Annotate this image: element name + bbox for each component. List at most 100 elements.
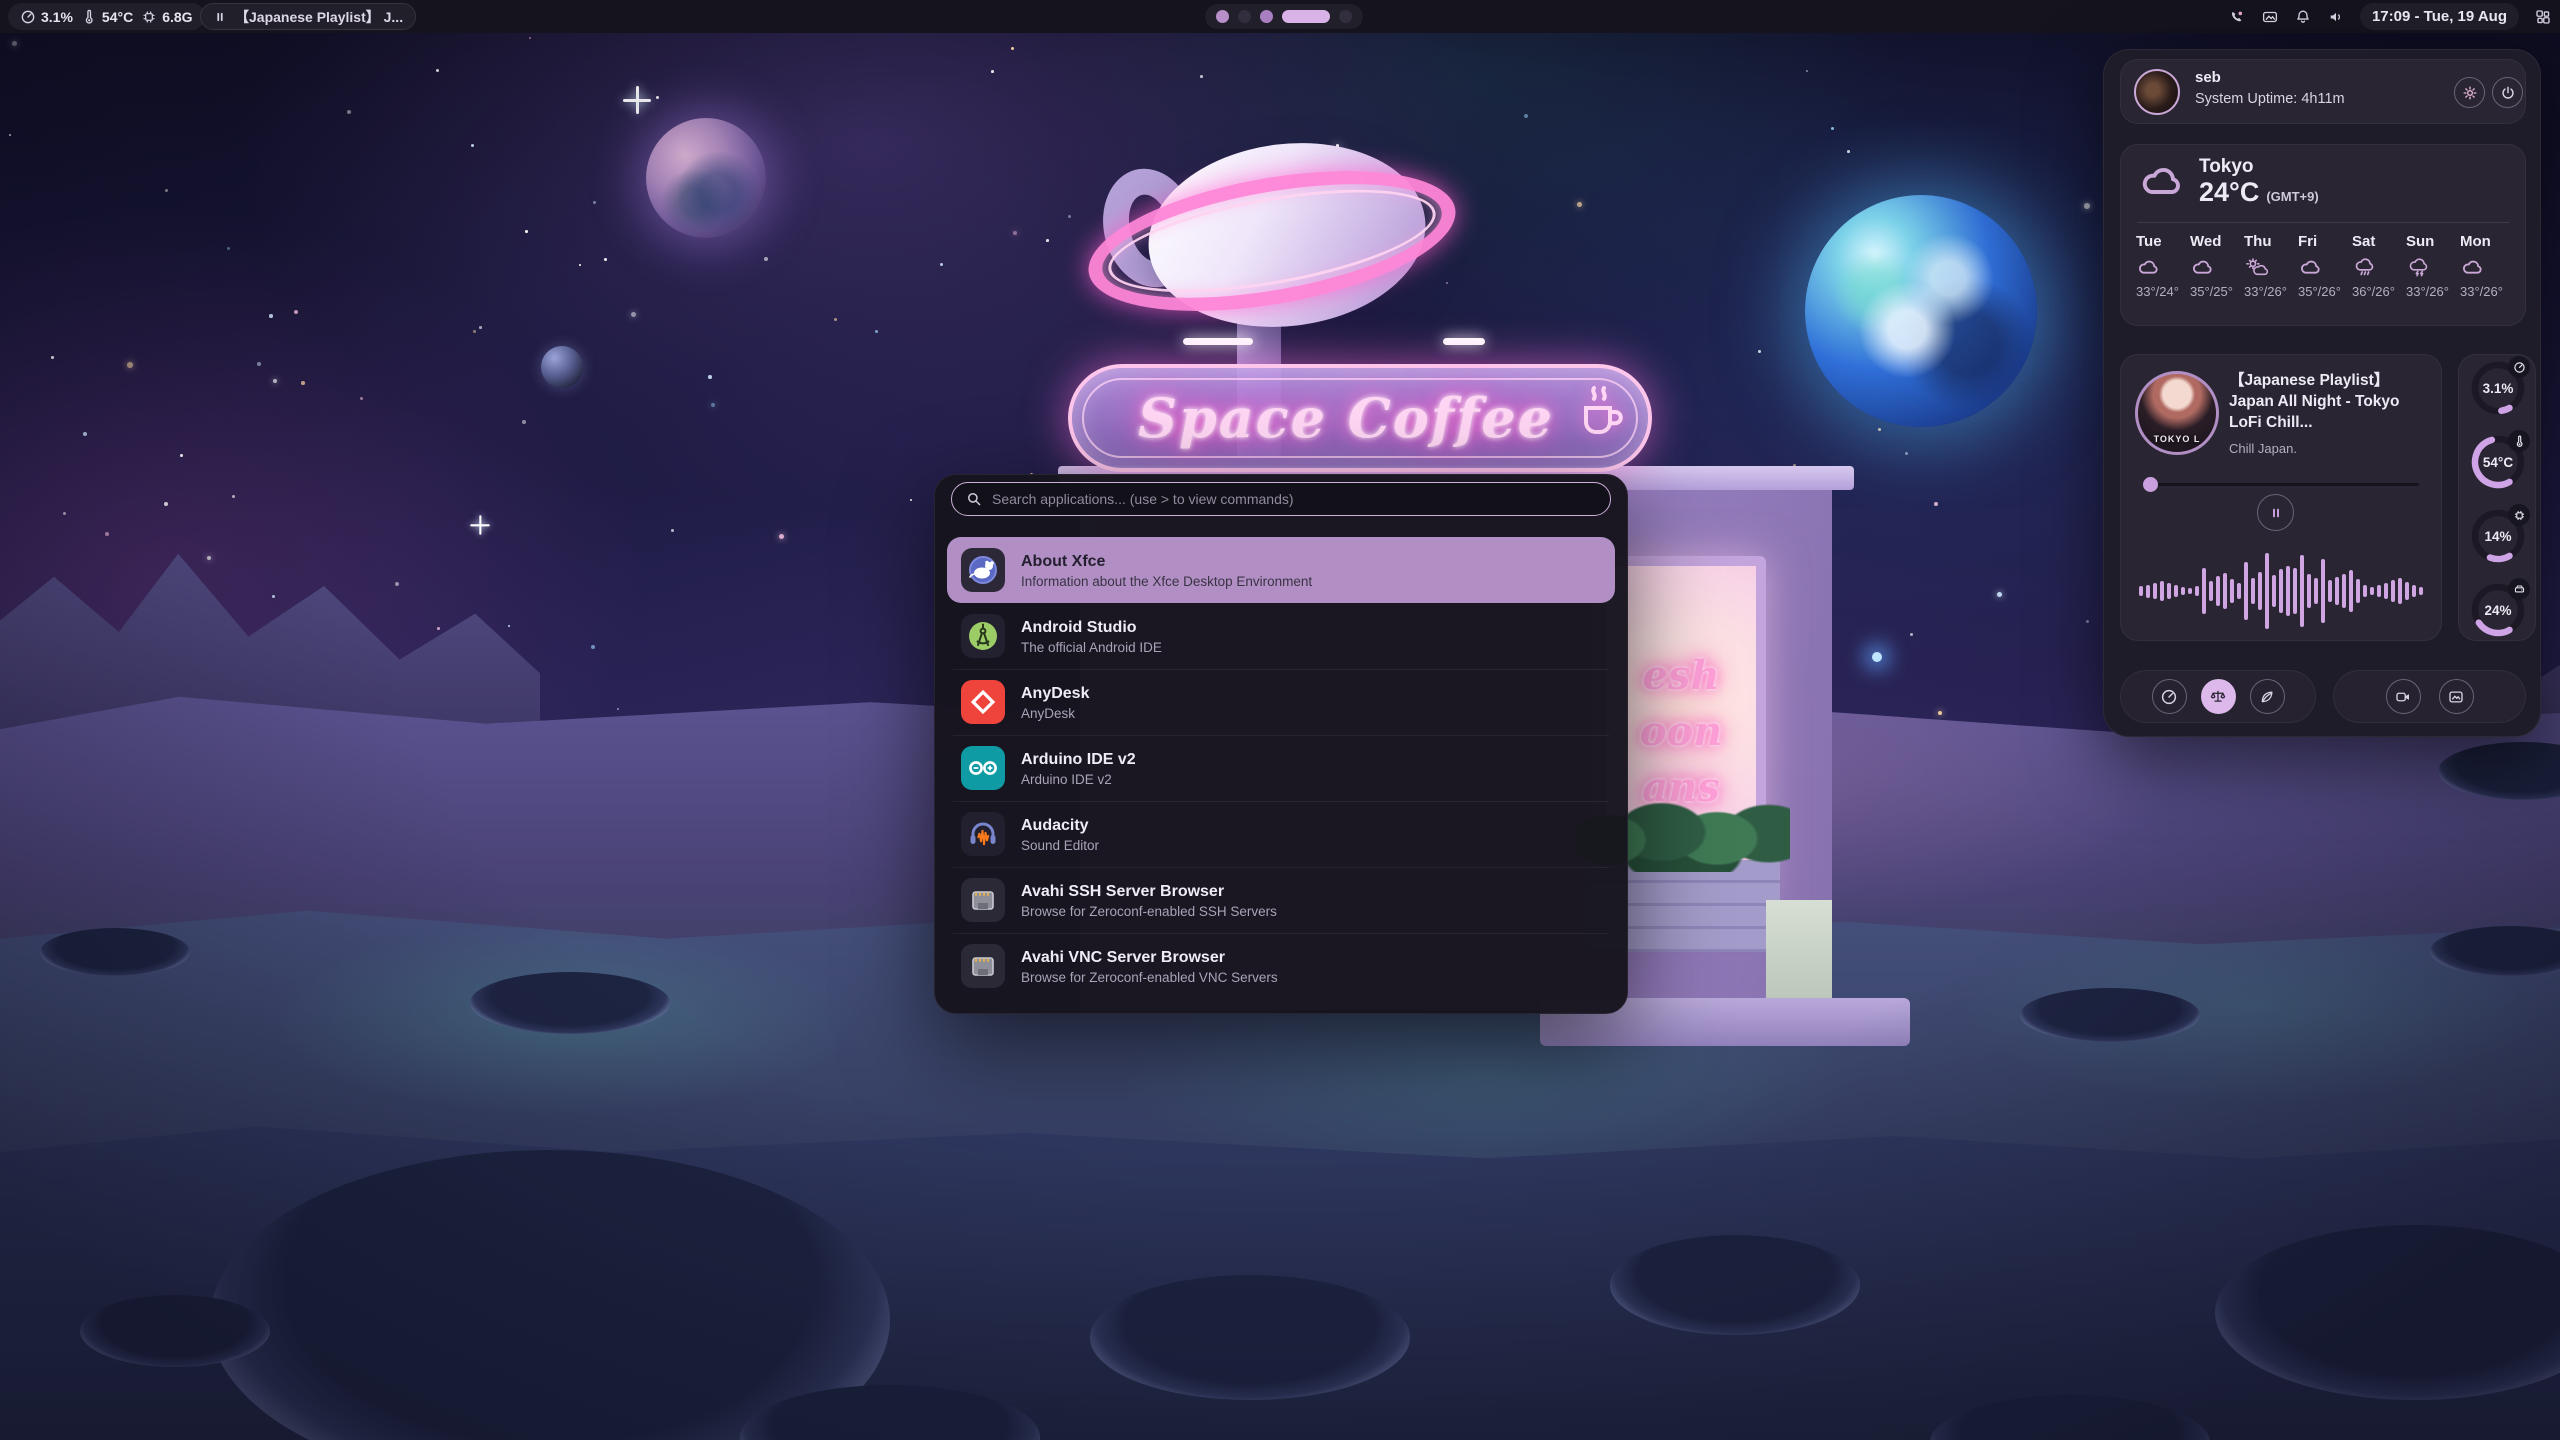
- launcher-item[interactable]: AnyDeskAnyDesk: [947, 669, 1615, 735]
- app-subtitle: Information about the Xfce Desktop Envir…: [1021, 574, 1312, 589]
- volume-icon[interactable]: [2327, 8, 2345, 26]
- forecast-temps: 33°/26°: [2460, 284, 2503, 299]
- waveform-bar: [2153, 583, 2157, 599]
- cloud-weather-icon: [2190, 255, 2216, 279]
- waveform-bar: [2356, 579, 2360, 603]
- waveform-bar: [2202, 568, 2206, 614]
- launcher-item[interactable]: About Xfce Information about the Xfce Des…: [947, 537, 1615, 603]
- waveform-bar: [2321, 559, 2325, 623]
- launcher-item[interactable]: AudacitySound Editor: [947, 801, 1615, 867]
- balanced-mode-button[interactable]: [2201, 679, 2236, 714]
- waveform-bar: [2279, 569, 2283, 613]
- seek-bar[interactable]: [2151, 483, 2419, 486]
- waveform-bar: [2244, 562, 2248, 620]
- forecast-day: Thu33°/26°: [2244, 233, 2294, 299]
- workspace-dot[interactable]: [1339, 10, 1352, 23]
- disk-icon: [2508, 578, 2530, 600]
- window-neon-text: oon: [1640, 712, 1722, 752]
- waveform-bar: [2384, 583, 2388, 599]
- waveform-bar: [2181, 587, 2185, 595]
- small-moon: [541, 346, 583, 388]
- cloud-weather-icon: [2136, 255, 2162, 279]
- forecast-temps: 33°/24°: [2136, 284, 2179, 299]
- dashboard-grid-icon[interactable]: [2534, 8, 2552, 26]
- launcher-item[interactable]: Arduino IDE v2Arduino IDE v2: [947, 735, 1615, 801]
- app-title: About Xfce: [1021, 552, 1312, 572]
- pause-icon: [213, 10, 227, 24]
- thermometer-icon: [2508, 430, 2530, 452]
- glow-star: [1872, 652, 1882, 662]
- workspace-indicator[interactable]: [1205, 4, 1363, 29]
- seek-knob[interactable]: [2143, 477, 2158, 492]
- waveform-bar: [2335, 577, 2339, 605]
- top-bar-right: 17:09 - Tue, 19 Aug: [2228, 0, 2552, 33]
- launcher-item[interactable]: Avahi SSH Server BrowserBrowse for Zeroc…: [947, 867, 1615, 933]
- notifications-bell-icon[interactable]: [2294, 8, 2312, 26]
- launcher-item[interactable]: Android StudioThe official Android IDE: [947, 603, 1615, 669]
- clock[interactable]: 17:09 - Tue, 19 Aug: [2360, 3, 2519, 30]
- forecast-temps: 33°/26°: [2244, 284, 2287, 299]
- workspace-dot[interactable]: [1238, 10, 1251, 23]
- waveform-bar: [2216, 576, 2220, 606]
- launcher-item[interactable]: Avahi VNC Server BrowserBrowse for Zeroc…: [947, 933, 1615, 999]
- track-artist: Chill Japan.: [2229, 441, 2431, 456]
- gauge-disk: 24%: [2471, 583, 2525, 637]
- weather-timezone: (GMT+9): [2266, 189, 2318, 204]
- waveform-bar: [2139, 586, 2143, 596]
- app-subtitle: Arduino IDE v2: [1021, 772, 1136, 787]
- gauge-speedometer: 3.1%: [2471, 361, 2525, 415]
- forecast-day-label: Fri: [2298, 233, 2317, 250]
- weather-temp-row: 24°C (GMT+9): [2199, 177, 2319, 208]
- search-input[interactable]: [951, 482, 1611, 516]
- power-button[interactable]: [2492, 77, 2523, 108]
- settings-button[interactable]: [2454, 77, 2485, 108]
- launcher-results: About Xfce Information about the Xfce Des…: [947, 537, 1615, 999]
- powersave-mode-button[interactable]: [2250, 679, 2285, 714]
- performance-mode-button[interactable]: [2152, 679, 2187, 714]
- system-stats: 3.1% 54°C 6.8G: [8, 3, 205, 30]
- forecast-day-label: Wed: [2190, 233, 2221, 250]
- app-title: Audacity: [1021, 816, 1099, 836]
- pause-button[interactable]: [2257, 494, 2294, 531]
- waveform-bar: [2265, 553, 2269, 629]
- app-launcher: About Xfce Information about the Xfce Des…: [934, 474, 1628, 1014]
- waveform-bar: [2146, 585, 2150, 598]
- waveform-bar: [2174, 585, 2178, 597]
- system-gauges-card: 3.1% 54°C 14% 24%: [2458, 354, 2536, 641]
- anydesk-app-icon: [961, 680, 1005, 724]
- rain-weather-icon: [2352, 255, 2378, 279]
- search-bar: [951, 482, 1611, 516]
- now-playing-widget[interactable]: 【Japanese Playlist】 J...: [200, 3, 416, 30]
- forecast-day: Tue33°/24°: [2136, 233, 2186, 299]
- workspace-dot[interactable]: [1260, 10, 1273, 23]
- power-profile-group: [2120, 670, 2316, 723]
- waveform-bar: [2370, 587, 2374, 595]
- forecast-day-label: Sun: [2406, 233, 2434, 250]
- android-studio-app-icon: [961, 614, 1005, 658]
- waveform-bar: [2307, 574, 2311, 608]
- waveform-bar: [2167, 583, 2171, 599]
- arduino-app-icon: [961, 746, 1005, 790]
- screen-record-button[interactable]: [2386, 679, 2421, 714]
- weekly-forecast: Tue33°/24°Wed35°/25°Thu33°/26°Fri35°/26°…: [2136, 233, 2510, 299]
- divider: [2137, 222, 2509, 223]
- audacity-app-icon: [961, 812, 1005, 856]
- workspace-dot-active[interactable]: [1282, 10, 1330, 23]
- window-neon-text: esh: [1642, 656, 1719, 696]
- waveform-bar: [2223, 573, 2227, 609]
- waveform-bar: [2188, 588, 2192, 594]
- xfce-app-icon: [961, 548, 1005, 592]
- earth-planet: [1805, 195, 2037, 427]
- app-subtitle: AnyDesk: [1021, 706, 1089, 721]
- app-title: Android Studio: [1021, 618, 1162, 638]
- forecast-temps: 33°/26°: [2406, 284, 2449, 299]
- phone-icon[interactable]: [2228, 8, 2246, 26]
- screenshot-button[interactable]: [2439, 679, 2474, 714]
- speedometer-icon: [20, 9, 36, 25]
- app-title: Avahi SSH Server Browser: [1021, 882, 1277, 902]
- workspace-dot[interactable]: [1216, 10, 1229, 23]
- wallpaper-icon[interactable]: [2261, 8, 2279, 26]
- album-caption: TOKYO L: [2138, 434, 2216, 444]
- audio-waveform: [2131, 545, 2431, 637]
- forecast-day: Sat36°/26°: [2352, 233, 2402, 299]
